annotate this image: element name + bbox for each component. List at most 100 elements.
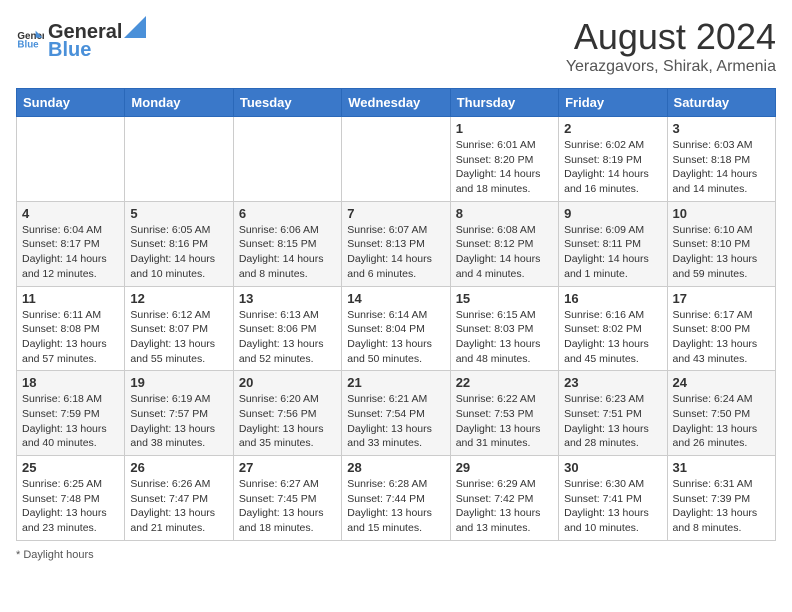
- week-row-1: 1 Sunrise: 6:01 AM Sunset: 8:20 PM Daylig…: [17, 117, 776, 202]
- day-number: 28: [347, 460, 444, 475]
- day-number: 24: [673, 375, 770, 390]
- calendar-cell: 15 Sunrise: 6:15 AM Sunset: 8:03 PM Dayli…: [450, 286, 558, 371]
- day-number: 29: [456, 460, 553, 475]
- calendar-cell: 23 Sunrise: 6:23 AM Sunset: 7:51 PM Dayli…: [559, 371, 667, 456]
- calendar-cell: 26 Sunrise: 6:26 AM Sunset: 7:47 PM Dayli…: [125, 456, 233, 541]
- day-info: Sunrise: 6:23 AM Sunset: 7:51 PM Dayligh…: [564, 392, 661, 451]
- calendar-cell: 5 Sunrise: 6:05 AM Sunset: 8:16 PM Daylig…: [125, 201, 233, 286]
- calendar-cell: 19 Sunrise: 6:19 AM Sunset: 7:57 PM Dayli…: [125, 371, 233, 456]
- day-number: 5: [130, 206, 227, 221]
- day-header-friday: Friday: [559, 89, 667, 117]
- day-header-thursday: Thursday: [450, 89, 558, 117]
- day-info: Sunrise: 6:17 AM Sunset: 8:00 PM Dayligh…: [673, 308, 770, 367]
- day-info: Sunrise: 6:03 AM Sunset: 8:18 PM Dayligh…: [673, 138, 770, 197]
- day-number: 1: [456, 121, 553, 136]
- day-info: Sunrise: 6:12 AM Sunset: 8:07 PM Dayligh…: [130, 308, 227, 367]
- day-info: Sunrise: 6:06 AM Sunset: 8:15 PM Dayligh…: [239, 223, 336, 282]
- day-info: Sunrise: 6:09 AM Sunset: 8:11 PM Dayligh…: [564, 223, 661, 282]
- day-info: Sunrise: 6:04 AM Sunset: 8:17 PM Dayligh…: [22, 223, 119, 282]
- header: General Blue General Blue August 2024 Ye…: [16, 16, 776, 76]
- day-info: Sunrise: 6:01 AM Sunset: 8:20 PM Dayligh…: [456, 138, 553, 197]
- day-info: Sunrise: 6:30 AM Sunset: 7:41 PM Dayligh…: [564, 477, 661, 536]
- day-info: Sunrise: 6:25 AM Sunset: 7:48 PM Dayligh…: [22, 477, 119, 536]
- day-number: 6: [239, 206, 336, 221]
- day-header-monday: Monday: [125, 89, 233, 117]
- calendar-cell: 31Sunrise: 6:31 AM Sunset: 7:39 PM Dayli…: [667, 456, 775, 541]
- day-header-tuesday: Tuesday: [233, 89, 341, 117]
- day-info: Sunrise: 6:22 AM Sunset: 7:53 PM Dayligh…: [456, 392, 553, 451]
- week-row-3: 11 Sunrise: 6:11 AM Sunset: 8:08 PM Dayli…: [17, 286, 776, 371]
- calendar-cell: 29 Sunrise: 6:29 AM Sunset: 7:42 PM Dayli…: [450, 456, 558, 541]
- day-header-wednesday: Wednesday: [342, 89, 450, 117]
- day-number: 21: [347, 375, 444, 390]
- day-header-saturday: Saturday: [667, 89, 775, 117]
- day-number: 22: [456, 375, 553, 390]
- day-number: 27: [239, 460, 336, 475]
- calendar-cell: 11 Sunrise: 6:11 AM Sunset: 8:08 PM Dayli…: [17, 286, 125, 371]
- calendar-cell: [17, 117, 125, 202]
- day-number: 31: [673, 460, 770, 475]
- svg-text:Blue: Blue: [17, 39, 39, 50]
- calendar-cell: 3 Sunrise: 6:03 AM Sunset: 8:18 PM Daylig…: [667, 117, 775, 202]
- header-row: SundayMondayTuesdayWednesdayThursdayFrid…: [17, 89, 776, 117]
- day-number: 8: [456, 206, 553, 221]
- week-row-4: 18 Sunrise: 6:18 AM Sunset: 7:59 PM Dayli…: [17, 371, 776, 456]
- day-info: Sunrise: 6:20 AM Sunset: 7:56 PM Dayligh…: [239, 392, 336, 451]
- calendar-cell: 12 Sunrise: 6:12 AM Sunset: 8:07 PM Dayli…: [125, 286, 233, 371]
- day-info: Sunrise: 6:13 AM Sunset: 8:06 PM Dayligh…: [239, 308, 336, 367]
- calendar-cell: 2 Sunrise: 6:02 AM Sunset: 8:19 PM Daylig…: [559, 117, 667, 202]
- day-number: 25: [22, 460, 119, 475]
- day-number: 23: [564, 375, 661, 390]
- week-row-5: 25 Sunrise: 6:25 AM Sunset: 7:48 PM Dayli…: [17, 456, 776, 541]
- day-number: 19: [130, 375, 227, 390]
- day-info: Sunrise: 6:18 AM Sunset: 7:59 PM Dayligh…: [22, 392, 119, 451]
- calendar-cell: 4 Sunrise: 6:04 AM Sunset: 8:17 PM Daylig…: [17, 201, 125, 286]
- calendar-cell: 30 Sunrise: 6:30 AM Sunset: 7:41 PM Dayli…: [559, 456, 667, 541]
- day-info: Sunrise: 6:14 AM Sunset: 8:04 PM Dayligh…: [347, 308, 444, 367]
- day-info: Sunrise: 6:15 AM Sunset: 8:03 PM Dayligh…: [456, 308, 553, 367]
- calendar-cell: 20 Sunrise: 6:20 AM Sunset: 7:56 PM Dayli…: [233, 371, 341, 456]
- day-number: 3: [673, 121, 770, 136]
- day-info: Sunrise: 6:08 AM Sunset: 8:12 PM Dayligh…: [456, 223, 553, 282]
- day-info: Sunrise: 6:26 AM Sunset: 7:47 PM Dayligh…: [130, 477, 227, 536]
- calendar-cell: 17 Sunrise: 6:17 AM Sunset: 8:00 PM Dayli…: [667, 286, 775, 371]
- day-number: 20: [239, 375, 336, 390]
- day-info: Sunrise: 6:19 AM Sunset: 7:57 PM Dayligh…: [130, 392, 227, 451]
- calendar-cell: 6 Sunrise: 6:06 AM Sunset: 8:15 PM Daylig…: [233, 201, 341, 286]
- calendar-cell: 1 Sunrise: 6:01 AM Sunset: 8:20 PM Daylig…: [450, 117, 558, 202]
- day-number: 17: [673, 291, 770, 306]
- logo-icon: General Blue: [16, 25, 44, 53]
- day-info: Sunrise: 6:29 AM Sunset: 7:42 PM Dayligh…: [456, 477, 553, 536]
- calendar-cell: 8 Sunrise: 6:08 AM Sunset: 8:12 PM Daylig…: [450, 201, 558, 286]
- calendar-table: SundayMondayTuesdayWednesdayThursdayFrid…: [16, 88, 776, 541]
- day-number: 7: [347, 206, 444, 221]
- calendar-cell: 7Sunrise: 6:07 AM Sunset: 8:13 PM Daylig…: [342, 201, 450, 286]
- calendar-cell: [233, 117, 341, 202]
- day-number: 15: [456, 291, 553, 306]
- day-number: 26: [130, 460, 227, 475]
- day-number: 12: [130, 291, 227, 306]
- day-number: 30: [564, 460, 661, 475]
- day-number: 9: [564, 206, 661, 221]
- day-info: Sunrise: 6:05 AM Sunset: 8:16 PM Dayligh…: [130, 223, 227, 282]
- day-info: Sunrise: 6:02 AM Sunset: 8:19 PM Dayligh…: [564, 138, 661, 197]
- calendar-cell: 18 Sunrise: 6:18 AM Sunset: 7:59 PM Dayli…: [17, 371, 125, 456]
- day-number: 2: [564, 121, 661, 136]
- logo: General Blue General Blue: [16, 16, 148, 62]
- day-header-sunday: Sunday: [17, 89, 125, 117]
- day-info: Sunrise: 6:24 AM Sunset: 7:50 PM Dayligh…: [673, 392, 770, 451]
- day-info: Sunrise: 6:11 AM Sunset: 8:08 PM Dayligh…: [22, 308, 119, 367]
- day-number: 18: [22, 375, 119, 390]
- calendar-cell: 21 Sunrise: 6:21 AM Sunset: 7:54 PM Dayli…: [342, 371, 450, 456]
- title-area: August 2024 Yerazgavors, Shirak, Armenia: [566, 16, 776, 76]
- day-number: 16: [564, 291, 661, 306]
- day-info: Sunrise: 6:16 AM Sunset: 8:02 PM Dayligh…: [564, 308, 661, 367]
- day-info: Sunrise: 6:28 AM Sunset: 7:44 PM Dayligh…: [347, 477, 444, 536]
- calendar-cell: 22 Sunrise: 6:22 AM Sunset: 7:53 PM Dayli…: [450, 371, 558, 456]
- day-number: 13: [239, 291, 336, 306]
- day-info: Sunrise: 6:21 AM Sunset: 7:54 PM Dayligh…: [347, 392, 444, 451]
- day-number: 11: [22, 291, 119, 306]
- calendar-cell: 27Sunrise: 6:27 AM Sunset: 7:45 PM Dayli…: [233, 456, 341, 541]
- calendar-cell: 16 Sunrise: 6:16 AM Sunset: 8:02 PM Dayli…: [559, 286, 667, 371]
- day-number: 4: [22, 206, 119, 221]
